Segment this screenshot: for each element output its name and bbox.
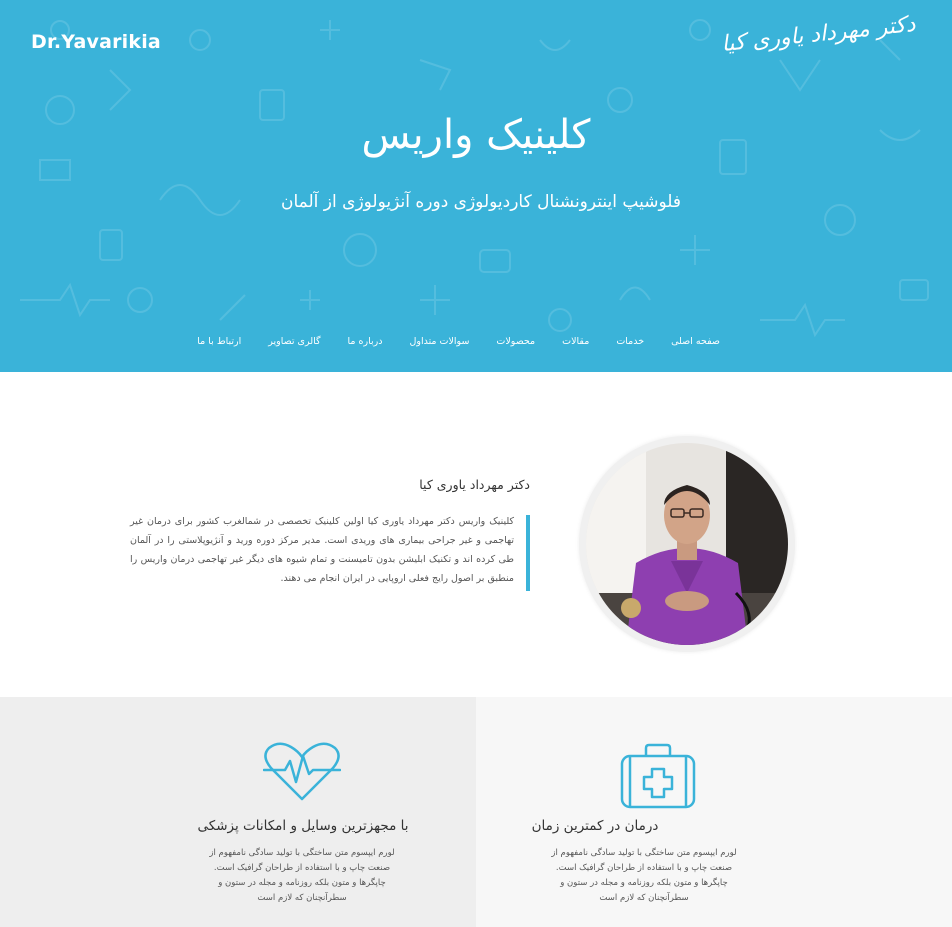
hero-header: Dr.Yavarikia دکتر مهرداد یاوری کیا کلینی… xyxy=(0,0,952,372)
about-text: کلینیک واریس دکتر مهرداد یاوری کیا اولین… xyxy=(130,516,514,584)
nav-item-gallery[interactable]: گالری تصاویر xyxy=(268,336,320,347)
nav-item-services[interactable]: خدمات xyxy=(616,336,644,347)
nav-item-products[interactable]: محصولات xyxy=(496,336,535,347)
medical-kit-icon xyxy=(620,743,696,809)
feature-card-fast-treatment: درمان در کمترین زمان لورم ایپسوم متن ساخ… xyxy=(476,697,952,927)
feature-desc-equipment: لورم ایپسوم متن ساختگی با تولید سادگی نا… xyxy=(209,848,395,903)
nav-item-home[interactable]: صفحه اصلی xyxy=(671,336,720,347)
brand-logo-en[interactable]: Dr.Yavarikia xyxy=(31,31,161,53)
doctor-photo xyxy=(586,443,788,645)
medical-pattern-background xyxy=(20,19,929,338)
heart-pulse-icon xyxy=(263,742,341,801)
nav-item-contact[interactable]: ارتباط با ما xyxy=(197,336,241,347)
feature-desc-fast-treatment: لورم ایپسوم متن ساختگی با تولید سادگی نا… xyxy=(551,848,737,903)
about-quote-block: کلینیک واریس دکتر مهرداد یاوری کیا اولین… xyxy=(130,515,530,591)
page-title: کلینیک واریس xyxy=(361,112,591,158)
nav-item-articles[interactable]: مقالات xyxy=(562,336,589,347)
page-subtitle: فلوشیپ اینترونشنال کاردیولوژی دوره آنژیو… xyxy=(281,192,681,212)
nav-item-faq[interactable]: سوالات متداول xyxy=(409,336,469,347)
doctor-name: دکتر مهرداد یاوری کیا xyxy=(419,477,530,492)
feature-card-equipment: با مجهزترین وسایل و امکانات پزشکی لورم ا… xyxy=(0,697,476,927)
main-nav: صفحه اصلی خدمات مقالات محصولات سوالات مت… xyxy=(170,336,720,347)
feature-title-equipment: با مجهزترین وسایل و امکانات پزشکی xyxy=(197,818,409,834)
nav-item-about[interactable]: درباره ما xyxy=(348,336,383,347)
